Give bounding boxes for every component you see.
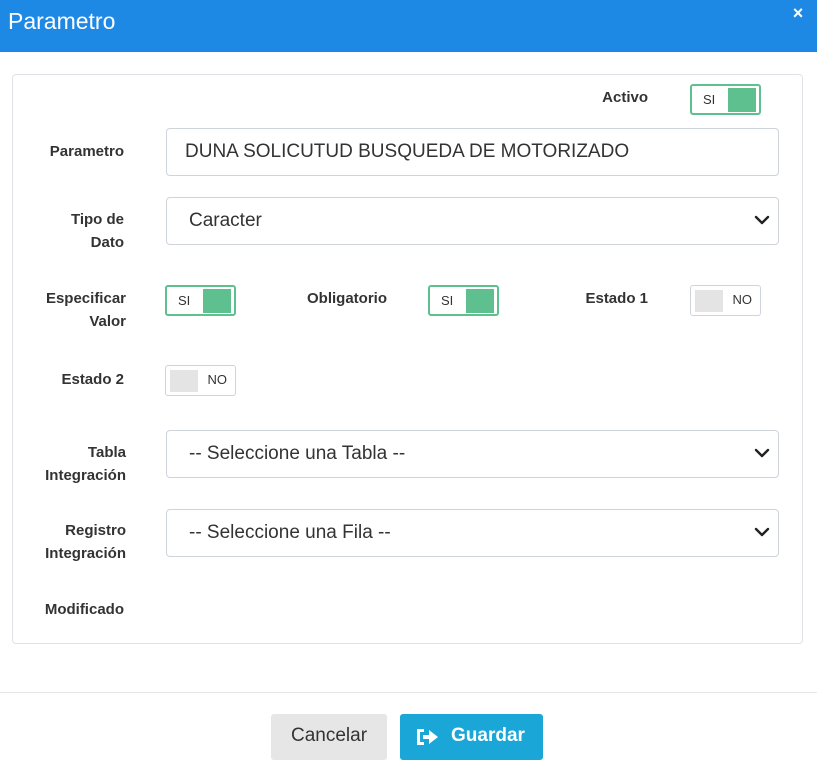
estado1-toggle-text: NO (732, 292, 753, 307)
footer-divider (0, 692, 817, 693)
save-button[interactable]: Guardar (400, 714, 543, 760)
modificado-label: Modificado (44, 601, 124, 618)
tipo-dato-select[interactable]: Caracter (166, 197, 779, 245)
chevron-down-icon (754, 527, 770, 537)
cancel-button-label: Cancelar (291, 725, 368, 746)
chevron-down-icon (754, 215, 770, 225)
parametro-input[interactable]: DUNA SOLICUTUD BUSQUEDA DE MOTORIZADO (166, 128, 779, 176)
activo-toggle[interactable]: SI (690, 84, 761, 115)
tipo-dato-label: Tipo de Dato (70, 211, 124, 251)
obligatorio-toggle-text: SI (441, 293, 454, 308)
estado2-toggle-text: NO (207, 372, 228, 387)
especificar-valor-toggle[interactable]: SI (165, 285, 236, 316)
estado2-label: Estado 2 (61, 371, 124, 388)
tipo-dato-selected: Caracter (189, 210, 262, 231)
toggle-knob (695, 290, 723, 312)
tabla-integracion-select[interactable]: -- Seleccione una Tabla -- (166, 430, 779, 478)
toggle-knob (728, 88, 756, 112)
registro-integracion-selected: -- Seleccione una Fila -- (189, 522, 391, 543)
tabla-integracion-label: Tabla Integración (45, 444, 126, 484)
save-button-label: Guardar (451, 725, 525, 746)
especificar-valor-label: Especificar Valor (45, 290, 126, 330)
tabla-integracion-selected: -- Seleccione una Tabla -- (189, 443, 406, 464)
dialog-title: Parametro (8, 8, 116, 34)
dialog-header: Parametro × (0, 0, 817, 52)
parametro-value: DUNA SOLICUTUD BUSQUEDA DE MOTORIZADO (185, 141, 630, 162)
registro-integracion-select[interactable]: -- Seleccione una Fila -- (166, 509, 779, 557)
toggle-knob (170, 370, 198, 392)
obligatorio-label: Obligatorio (307, 290, 387, 307)
obligatorio-toggle[interactable]: SI (428, 285, 499, 316)
save-arrow-icon (417, 729, 438, 745)
close-icon[interactable]: × (789, 4, 807, 22)
estado2-toggle[interactable]: NO (165, 365, 236, 396)
toggle-knob (203, 289, 231, 313)
estado1-label: Estado 1 (585, 290, 648, 307)
activo-label: Activo (602, 89, 648, 106)
chevron-down-icon (754, 448, 770, 458)
parametro-label: Parametro (49, 143, 124, 160)
toggle-knob (466, 289, 494, 313)
especificar-valor-toggle-text: SI (178, 293, 191, 308)
activo-toggle-text: SI (703, 92, 716, 107)
cancel-button[interactable]: Cancelar (271, 714, 387, 760)
registro-integracion-label: Registro Integración (45, 522, 126, 562)
estado1-toggle[interactable]: NO (690, 285, 761, 316)
